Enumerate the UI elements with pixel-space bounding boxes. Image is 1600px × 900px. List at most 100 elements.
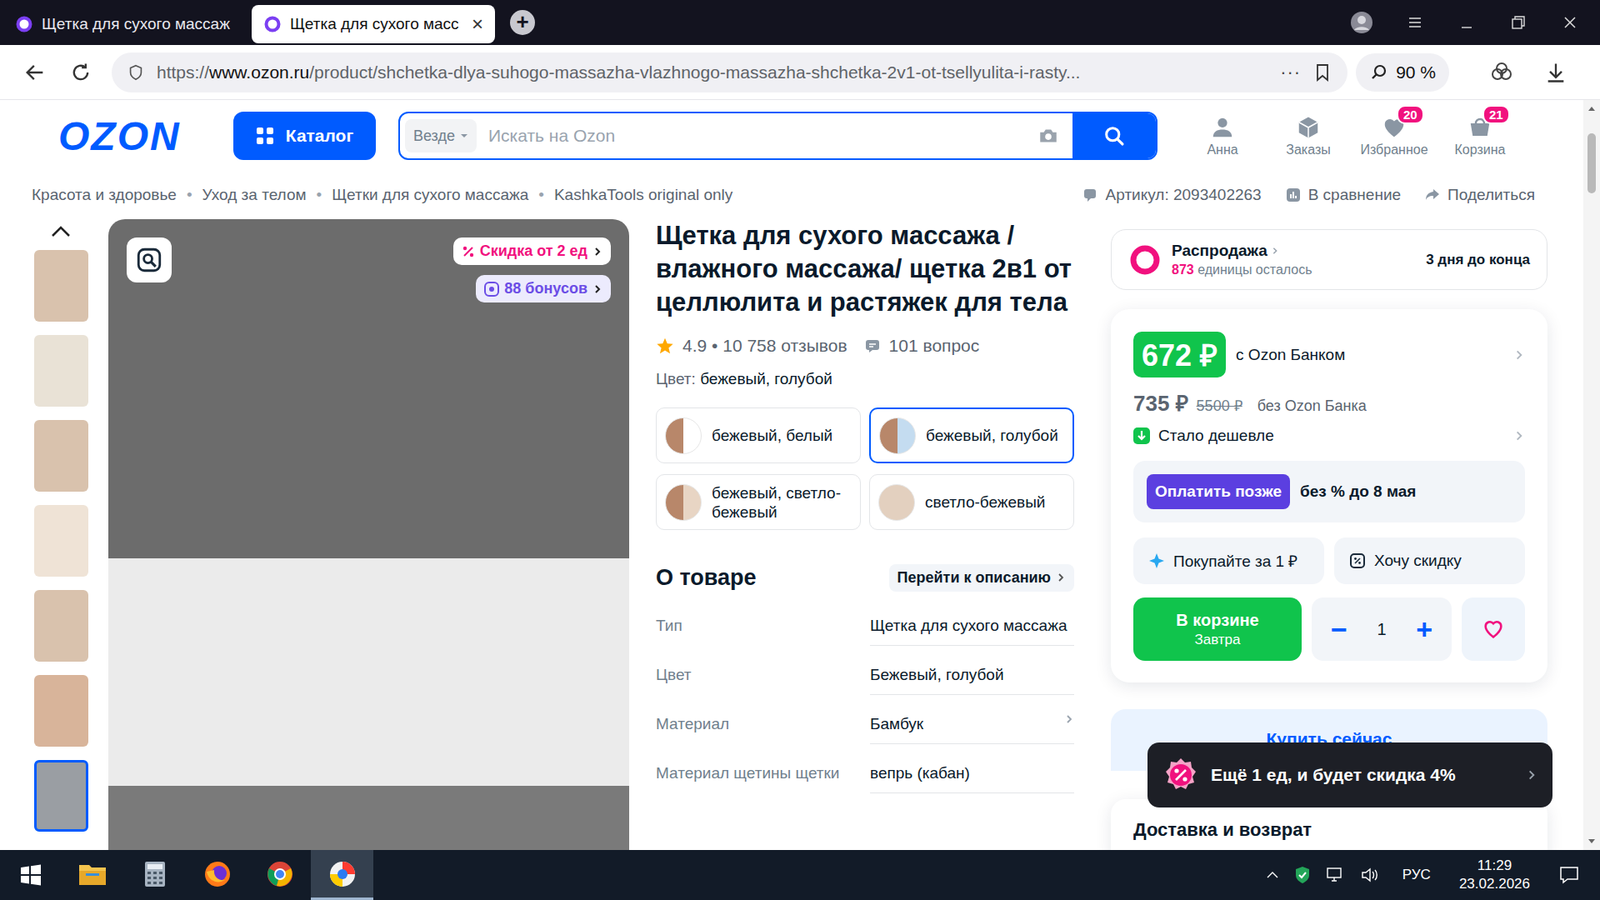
to-description-link[interactable]: Перейти к описанию bbox=[889, 564, 1075, 592]
about-title: О товаре bbox=[655, 565, 757, 591]
calculator-icon bbox=[144, 860, 166, 888]
increase-button[interactable]: + bbox=[1407, 613, 1441, 646]
minimize-icon[interactable] bbox=[1456, 12, 1477, 33]
defender-icon[interactable] bbox=[1294, 865, 1311, 885]
in-cart-button[interactable]: В корзине Завтра bbox=[1133, 597, 1302, 661]
tab-bar: Щетка для сухого массаж Щетка для сухого… bbox=[0, 0, 1600, 45]
breadcrumb-link[interactable]: Красота и здоровье bbox=[31, 185, 177, 205]
price-drop-note[interactable]: Стало дешевле bbox=[1133, 424, 1525, 448]
header-nav-item[interactable]: Анна bbox=[1180, 115, 1265, 158]
thumbnail[interactable] bbox=[34, 250, 89, 322]
thumbnail[interactable] bbox=[34, 675, 89, 747]
chevron-right-icon bbox=[1525, 767, 1538, 783]
close-window-icon[interactable] bbox=[1560, 12, 1580, 33]
calculator-taskbar-button[interactable] bbox=[123, 850, 186, 900]
favorite-button[interactable] bbox=[1461, 597, 1525, 661]
notifications-icon[interactable] bbox=[1558, 864, 1580, 886]
heart-icon bbox=[1481, 617, 1505, 641]
site-header: OZON Каталог Везде Искать на Ozon Анна З… bbox=[0, 100, 1584, 160]
scrollbar[interactable] bbox=[1583, 100, 1600, 850]
menu-icon[interactable] bbox=[1405, 12, 1425, 33]
color-variant[interactable]: светло-бежевый bbox=[869, 474, 1075, 530]
header-nav-item[interactable]: 20 Избранное bbox=[1352, 115, 1436, 158]
thumbnail[interactable] bbox=[34, 420, 89, 492]
volume-icon[interactable] bbox=[1360, 866, 1380, 884]
chevron-right-icon bbox=[592, 284, 603, 295]
sale-card[interactable]: Распродажа 873 единицы осталось 3 дня до… bbox=[1110, 229, 1548, 290]
search-scope[interactable]: Везде bbox=[405, 119, 477, 153]
compare-icon bbox=[1285, 186, 1302, 204]
tray-chevron-icon[interactable] bbox=[1265, 868, 1280, 882]
discount-button[interactable]: Хочу скидку bbox=[1334, 537, 1525, 585]
back-icon[interactable] bbox=[23, 60, 47, 85]
camera-icon[interactable] bbox=[1037, 125, 1060, 147]
ozon-logo[interactable]: OZON bbox=[58, 113, 207, 160]
installment-box[interactable]: Оплатить позже без % до 8 мая bbox=[1133, 460, 1525, 523]
thumbnail[interactable] bbox=[34, 335, 89, 407]
yandex-taskbar-button[interactable] bbox=[310, 850, 374, 900]
chevron-right-icon bbox=[1513, 428, 1525, 444]
chrome-icon bbox=[265, 860, 295, 889]
chrome-taskbar-button[interactable] bbox=[248, 850, 311, 900]
bonus-badge[interactable]: 88 бонусов bbox=[475, 275, 611, 303]
close-tab-button[interactable]: × bbox=[471, 12, 484, 36]
network-icon[interactable] bbox=[1325, 866, 1346, 884]
browser-tab[interactable]: Щетка для сухого масс × bbox=[251, 5, 495, 44]
search-input[interactable]: Искать на Ozon bbox=[476, 125, 1038, 146]
header-nav-item[interactable]: Заказы bbox=[1266, 115, 1350, 158]
breadcrumb-link[interactable]: Уход за телом bbox=[202, 185, 307, 205]
breadcrumbs: Красота и здоровье• Уход за телом• Щетки… bbox=[31, 185, 733, 205]
explorer-taskbar-button[interactable] bbox=[60, 850, 124, 900]
ozon-favicon-icon bbox=[15, 15, 34, 34]
search-button[interactable] bbox=[1072, 113, 1156, 159]
language-indicator[interactable]: РУС bbox=[1402, 866, 1431, 884]
rating-row[interactable]: 4.9 • 10 758 отзывов 101 вопрос bbox=[655, 334, 1075, 358]
chevron-up-icon[interactable] bbox=[48, 219, 74, 245]
reload-icon[interactable] bbox=[69, 60, 93, 85]
catalog-button[interactable]: Каталог bbox=[233, 111, 376, 160]
spec-row[interactable]: Материал Бамбук bbox=[655, 705, 1075, 755]
thumbnail[interactable] bbox=[34, 590, 89, 662]
restore-icon[interactable] bbox=[1508, 12, 1529, 33]
new-tab-button[interactable]: + bbox=[510, 10, 535, 35]
scroll-down-icon[interactable] bbox=[1587, 838, 1596, 845]
color-variant[interactable]: бежевый, светло-бежевый bbox=[655, 474, 861, 530]
address-bar[interactable]: https://www.ozon.ru/product/shchetka-dly… bbox=[111, 52, 1348, 93]
firefox-taskbar-button[interactable] bbox=[185, 850, 249, 900]
meta-compare[interactable]: В сравнение bbox=[1285, 185, 1401, 205]
more-button[interactable]: ··· bbox=[1280, 61, 1301, 84]
thumbnail[interactable] bbox=[34, 505, 89, 577]
search-icon bbox=[1102, 124, 1126, 148]
decrease-button[interactable]: − bbox=[1322, 613, 1356, 646]
extensions-icon[interactable] bbox=[1489, 60, 1515, 85]
bookmark-icon[interactable] bbox=[1312, 62, 1333, 83]
header-nav-item[interactable]: 21 Корзина bbox=[1438, 115, 1522, 158]
color-variant[interactable]: бежевый, голубой bbox=[869, 407, 1075, 464]
shield-icon[interactable] bbox=[126, 63, 145, 82]
zoom-button[interactable]: 90 % bbox=[1355, 53, 1450, 92]
scroll-up-icon[interactable] bbox=[1587, 105, 1596, 112]
sparkle-button[interactable]: Покупайте за 1 ₽ bbox=[1133, 537, 1325, 585]
profile-icon[interactable] bbox=[1350, 10, 1374, 35]
clock[interactable]: 11:2923.02.2026 bbox=[1459, 856, 1530, 894]
discount-badge[interactable]: Скидка от 2 ед bbox=[453, 237, 611, 265]
browser-tab[interactable]: Щетка для сухого массаж bbox=[3, 5, 247, 44]
magnifier-icon bbox=[1369, 62, 1390, 83]
thumbnail[interactable] bbox=[34, 760, 89, 832]
grid-icon bbox=[255, 126, 275, 145]
pay-later-button[interactable]: Оплатить позже bbox=[1146, 474, 1290, 510]
search-box[interactable]: Везде Искать на Ozon bbox=[398, 111, 1158, 160]
meta-share[interactable]: Поделиться bbox=[1424, 185, 1535, 205]
download-icon[interactable] bbox=[1544, 60, 1568, 85]
firefox-icon bbox=[203, 860, 232, 889]
breadcrumb-link[interactable]: KashkaTools original only bbox=[554, 185, 733, 205]
visual-search-button[interactable] bbox=[126, 237, 172, 283]
spec-row: Цвет Бежевый, голубой bbox=[655, 655, 1075, 705]
breadcrumb-link[interactable]: Щетки для сухого массажа bbox=[331, 185, 529, 205]
web-page: OZON Каталог Везде Искать на Ozon Анна З… bbox=[0, 100, 1600, 850]
start-button[interactable] bbox=[0, 850, 61, 900]
color-variant[interactable]: бежевый, белый bbox=[655, 407, 861, 464]
chevron-right-icon[interactable] bbox=[1513, 347, 1525, 363]
product-image: Скидка от 2 ед 88 бонусов bbox=[108, 219, 630, 850]
discount-toast[interactable]: Ещё 1 ед, и будет скидка 4% bbox=[1147, 742, 1553, 808]
